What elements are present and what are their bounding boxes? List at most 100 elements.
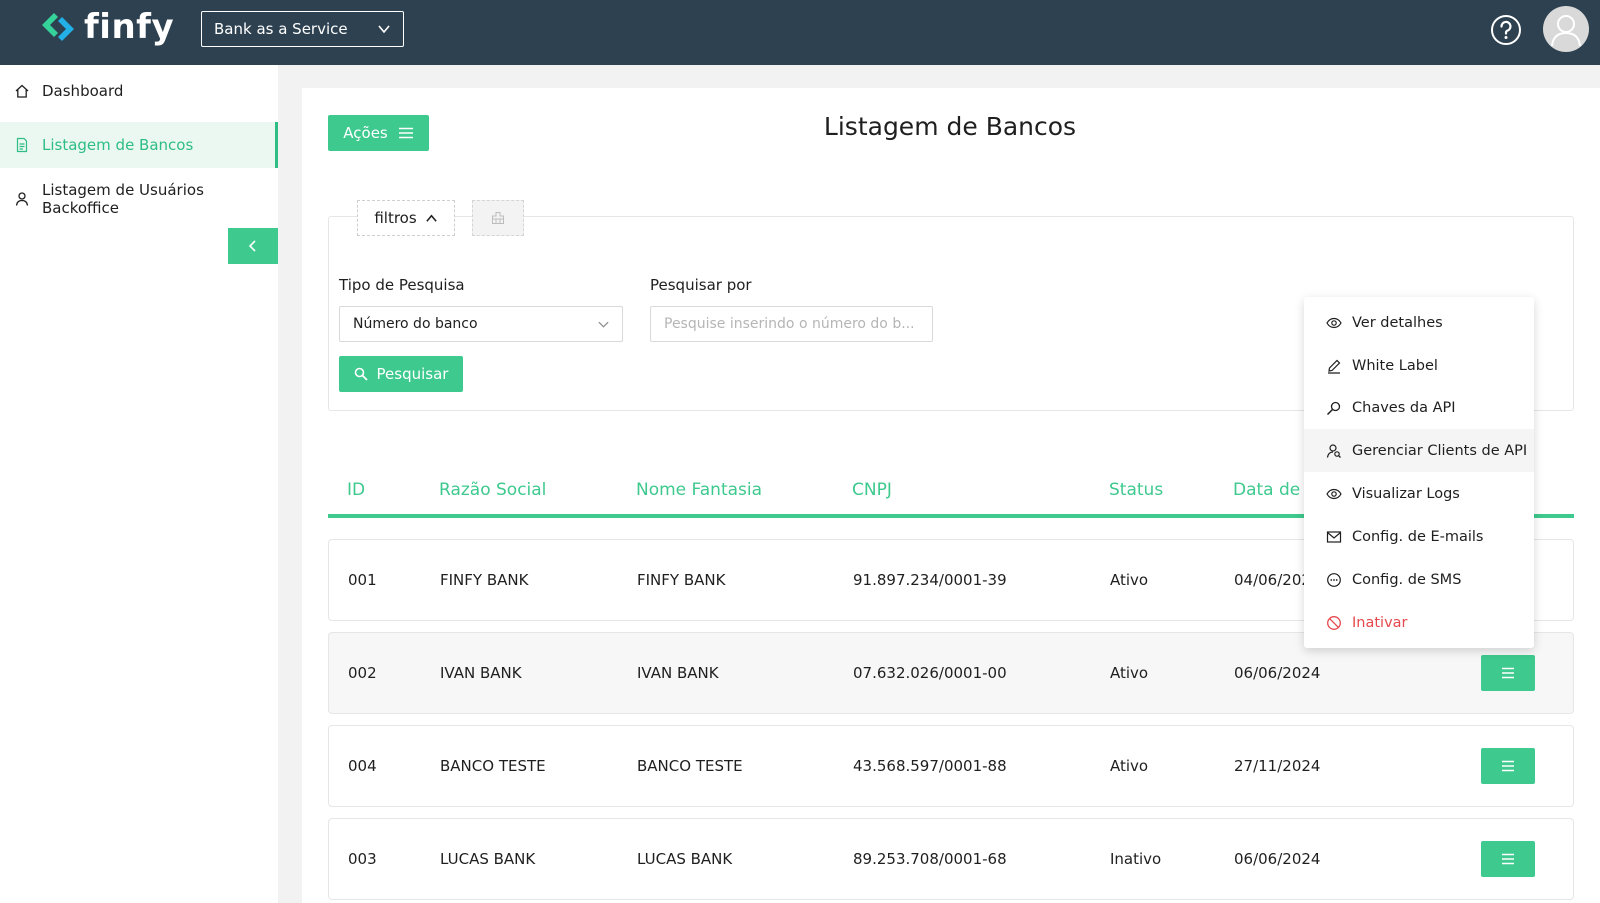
collapse-sidebar-button[interactable] (228, 228, 278, 264)
cell-data: 27/11/2024 (1234, 757, 1321, 775)
row-actions-button[interactable] (1481, 655, 1535, 691)
top-bar: finfy Bank as a Service (0, 0, 1600, 65)
cell-id: 002 (348, 664, 377, 682)
cell-nome-fantasia: FINFY BANK (637, 571, 726, 589)
menu-item-visualizar-logs[interactable]: Visualizar Logs (1304, 472, 1534, 515)
cell-nome-fantasia: BANCO TESTE (637, 757, 743, 775)
filtros-label: filtros (374, 209, 417, 227)
menu-item-chaves-api[interactable]: Chaves da API (1304, 386, 1534, 429)
finfy-logo-icon (42, 13, 74, 41)
tipo-pesquisa-label: Tipo de Pesquisa (339, 276, 465, 294)
eye-icon (1326, 488, 1342, 499)
logo[interactable]: finfy (40, 9, 174, 45)
menu-item-white-label[interactable]: White Label (1304, 344, 1534, 387)
menu-item-label: Config. de E-mails (1352, 528, 1484, 545)
acoes-button[interactable]: Ações (328, 115, 429, 151)
cell-status: Ativo (1110, 757, 1149, 775)
user-icon (15, 192, 29, 206)
service-select[interactable]: Bank as a Service (201, 11, 404, 47)
menu-item-label: Visualizar Logs (1352, 485, 1460, 502)
sidebar-item-usuarios-backoffice[interactable]: Listagem de Usuários Backoffice (0, 176, 278, 222)
acoes-button-label: Ações (343, 124, 388, 142)
cell-status: Ativo (1110, 664, 1149, 682)
chevron-left-icon (248, 240, 256, 252)
sidebar: Dashboard Listagem de Bancos Listagem de… (0, 65, 278, 903)
sidebar-item-label: Listagem de Bancos (42, 136, 194, 154)
cell-nome-fantasia: IVAN BANK (637, 664, 719, 682)
menu-item-gerenciar-clients-api[interactable]: Gerenciar Clients de API (1304, 429, 1534, 472)
cell-data: 06/06/2024 (1234, 664, 1321, 682)
sidebar-item-label: Listagem de Usuários Backoffice (42, 181, 204, 217)
menu-icon (398, 127, 413, 139)
search-icon (354, 367, 368, 381)
search-input[interactable] (650, 306, 933, 342)
row-actions-button[interactable] (1481, 841, 1535, 877)
menu-item-config-sms[interactable]: Config. de SMS (1304, 558, 1534, 601)
sidebar-item-listagem-bancos[interactable]: Listagem de Bancos (0, 122, 278, 168)
tipo-pesquisa-select[interactable]: Número do banco (339, 306, 623, 342)
menu-item-config-emails[interactable]: Config. de E-mails (1304, 515, 1534, 558)
menu-item-label: Gerenciar Clients de API (1352, 442, 1528, 459)
block-icon (1327, 615, 1341, 630)
column-header-nome-fantasia[interactable]: Nome Fantasia (636, 480, 762, 500)
logo-text: finfy (84, 7, 175, 47)
message-icon (1327, 572, 1341, 587)
row-actions-dropdown: Ver detalhes White Label Chaves da API G… (1304, 297, 1534, 648)
cell-data: 06/06/2024 (1234, 850, 1321, 868)
column-header-status[interactable]: Status (1109, 480, 1163, 500)
mail-icon (1326, 530, 1342, 543)
help-circle-icon[interactable] (1490, 14, 1522, 46)
row-actions-button[interactable] (1481, 748, 1535, 784)
sidebar-item-dashboard[interactable]: Dashboard (0, 68, 278, 114)
cell-razao-social: FINFY BANK (440, 571, 529, 589)
clear-filters-button[interactable] (472, 200, 524, 236)
menu-item-label: White Label (1352, 357, 1438, 374)
menu-item-ver-detalhes[interactable]: Ver detalhes (1304, 301, 1534, 344)
sidebar-item-label: Dashboard (42, 82, 124, 100)
cell-razao-social: BANCO TESTE (440, 757, 546, 775)
user-avatar-icon (1551, 15, 1581, 47)
cell-nome-fantasia: LUCAS BANK (637, 850, 733, 868)
user-search-icon (1326, 443, 1341, 458)
menu-item-label: Config. de SMS (1352, 571, 1462, 588)
tipo-pesquisa-value: Número do banco (353, 316, 478, 332)
menu-item-label: Chaves da API (1352, 399, 1456, 416)
page-title: Listagem de Bancos (823, 112, 1077, 141)
pencil-icon (1328, 359, 1341, 374)
menu-item-label: Ver detalhes (1352, 314, 1443, 331)
cell-razao-social: LUCAS BANK (440, 850, 536, 868)
column-header-cnpj[interactable]: CNPJ (852, 480, 892, 500)
cell-status: Ativo (1110, 571, 1149, 589)
menu-item-inativar[interactable]: Inativar (1304, 601, 1534, 644)
home-icon (15, 84, 29, 98)
eye-icon (1326, 317, 1342, 328)
menu-item-label: Inativar (1352, 614, 1408, 631)
cell-cnpj: 07.632.026/0001-00 (853, 664, 1007, 682)
key-search-icon (1326, 401, 1341, 415)
menu-icon (1502, 853, 1514, 865)
menu-icon (1502, 667, 1514, 679)
cell-razao-social: IVAN BANK (440, 664, 522, 682)
column-header-razao-social[interactable]: Razão Social (439, 480, 546, 500)
avatar[interactable] (1543, 6, 1589, 52)
table-row: 003 LUCAS BANK LUCAS BANK 89.253.708/000… (328, 818, 1574, 900)
pesquisar-por-label: Pesquisar por (650, 276, 752, 294)
document-icon (16, 137, 28, 153)
cell-cnpj: 91.897.234/0001-39 (853, 571, 1007, 589)
pesquisar-button-label: Pesquisar (376, 365, 449, 383)
cell-status: Inativo (1110, 850, 1162, 868)
chevron-down-icon (598, 321, 609, 328)
column-header-id[interactable]: ID (347, 480, 365, 500)
cell-cnpj: 43.568.597/0001-88 (853, 757, 1007, 775)
clear-filter-icon (492, 212, 504, 224)
cell-id: 004 (348, 757, 377, 775)
cell-id: 003 (348, 850, 377, 868)
chevron-down-icon (378, 25, 390, 34)
service-select-value: Bank as a Service (214, 20, 348, 38)
cell-cnpj: 89.253.708/0001-68 (853, 850, 1007, 868)
cell-data: 04/06/202 (1234, 571, 1311, 589)
menu-icon (1502, 760, 1514, 772)
pesquisar-button[interactable]: Pesquisar (339, 356, 463, 392)
chevron-up-icon (425, 214, 437, 222)
filtros-toggle[interactable]: filtros (357, 200, 455, 236)
